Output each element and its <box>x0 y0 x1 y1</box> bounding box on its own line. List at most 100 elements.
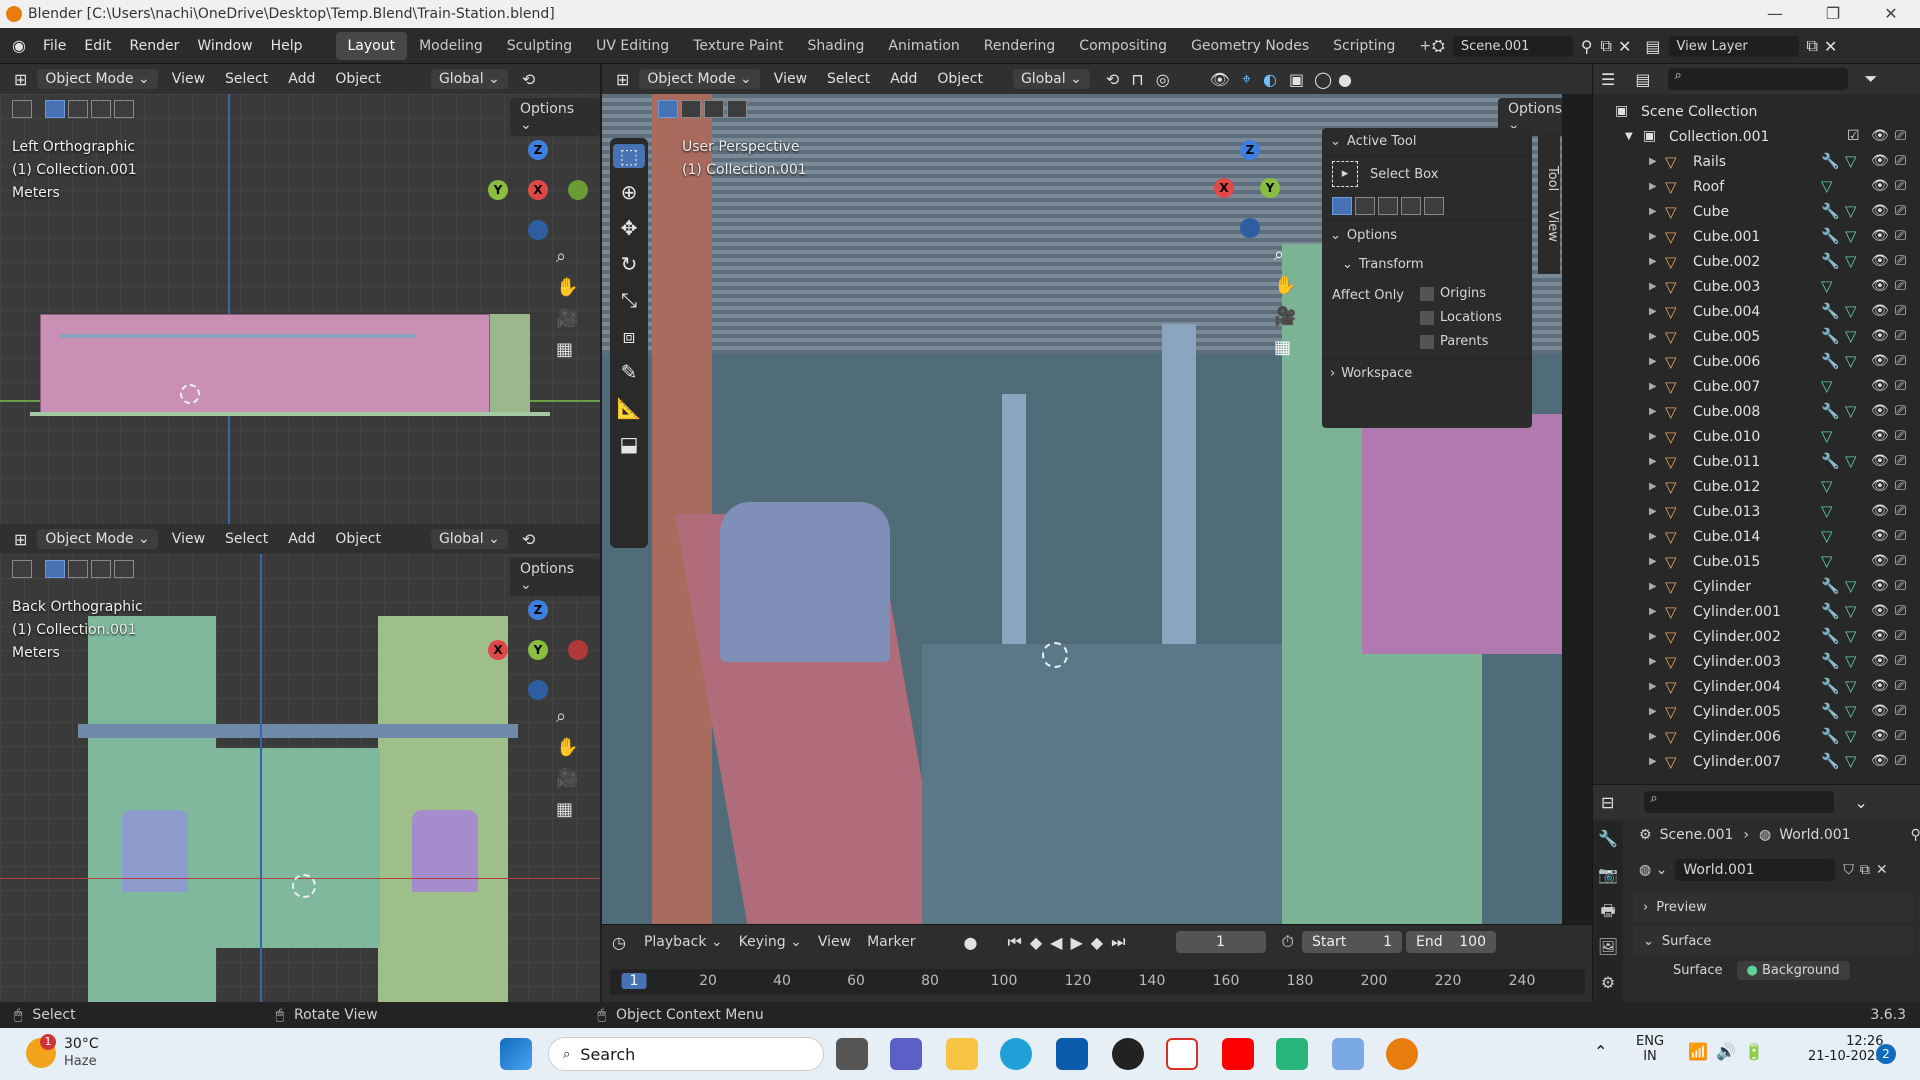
app-icon[interactable] <box>1276 1038 1308 1070</box>
expand-chevron-icon[interactable]: ▶ <box>1649 406 1657 417</box>
camera-icon[interactable]: 🎥 <box>1274 306 1296 327</box>
camera-render-icon[interactable]: ⎚ <box>1895 253 1906 269</box>
menu-select[interactable]: Select <box>215 524 278 554</box>
select-new-icon[interactable] <box>658 100 678 118</box>
outliner-object-row[interactable]: ▶ ▽ Cube.006 🔧 ▽ 👁 ⎚ <box>1593 350 1920 375</box>
outliner-search-input[interactable]: ⌕ <box>1668 68 1849 90</box>
pivot-icon[interactable]: ⟲ <box>522 530 535 549</box>
show-hidden-icons[interactable]: ⌃ <box>1594 1042 1607 1061</box>
expand-chevron-icon[interactable]: ▶ <box>1649 556 1657 567</box>
tab-scripting[interactable]: Scripting <box>1321 32 1407 60</box>
scale-tool-icon[interactable]: ⤡ <box>621 288 637 312</box>
pin-icon[interactable]: ⚲ <box>1911 827 1920 843</box>
pin-icon[interactable]: ⚲ <box>1581 37 1593 56</box>
expand-chevron-icon[interactable]: ▶ <box>1649 531 1657 542</box>
expand-chevron-icon[interactable]: ▶ <box>1649 231 1657 242</box>
gizmo-neg-z[interactable] <box>528 220 548 240</box>
unlink-icon[interactable]: ✕ <box>1876 862 1888 878</box>
tab-texture-paint[interactable]: Texture Paint <box>681 32 795 60</box>
camera-render-icon[interactable]: ⎚ <box>1895 128 1906 144</box>
outliner-object-row[interactable]: ▶ ▽ Cube.012 ▽ 👁 ⎚ <box>1593 475 1920 500</box>
eye-icon[interactable]: 👁 <box>1871 503 1889 519</box>
camera-render-icon[interactable]: ⎚ <box>1895 603 1906 619</box>
expand-chevron-icon[interactable]: › <box>1330 366 1335 381</box>
blender-menu-icon[interactable]: ◉ <box>12 36 26 55</box>
preview-range-icon[interactable]: ⏱ <box>1282 932 1294 952</box>
proportional-edit-icon[interactable]: ◎ <box>1156 70 1170 89</box>
clock[interactable]: 12:26 21-10-2023 <box>1808 1034 1884 1064</box>
menu-add[interactable]: Add <box>278 524 325 554</box>
zoom-icon[interactable]: ⌕ <box>556 246 578 267</box>
gizmo-neg-z[interactable] <box>528 680 548 700</box>
menu-playback[interactable]: Playback ⌄ <box>636 934 731 950</box>
tab-modeling[interactable]: Modeling <box>407 32 495 60</box>
select-box-tool-icon[interactable]: ⬚ <box>613 144 645 168</box>
outliner-object-row[interactable]: ▶ ▽ Cube.008 🔧 ▽ 👁 ⎚ <box>1593 400 1920 425</box>
properties-editor-type-icon[interactable]: ⊟ <box>1601 793 1614 812</box>
camera-render-icon[interactable]: ⎚ <box>1895 503 1906 519</box>
pan-hand-icon[interactable]: ✋ <box>556 277 578 298</box>
outliner-object-row[interactable]: ▶ ▽ Cube.015 ▽ 👁 ⎚ <box>1593 550 1920 575</box>
blender-taskbar-icon[interactable] <box>1386 1038 1418 1070</box>
eye-icon[interactable]: 👁 <box>1871 378 1889 394</box>
tab-uv-editing[interactable]: UV Editing <box>584 32 681 60</box>
mesh-data-icon[interactable]: ▽ <box>1845 652 1857 670</box>
gizmo-z[interactable]: Z <box>528 140 548 160</box>
view-layer-icon[interactable]: ▤ <box>1645 37 1660 56</box>
expand-chevron-icon[interactable]: ▶ <box>1649 656 1657 667</box>
menu-view[interactable]: View <box>764 64 817 94</box>
wireframe-shading-icon[interactable]: ◯ <box>1314 70 1332 89</box>
tab-compositing[interactable]: Compositing <box>1067 32 1179 60</box>
gizmo-y[interactable]: Y <box>488 180 508 200</box>
pivot-icon[interactable]: ⟲ <box>522 70 535 89</box>
edge-browser-icon[interactable] <box>1000 1038 1032 1070</box>
start-button[interactable] <box>500 1038 532 1070</box>
eye-icon[interactable]: 👁 <box>1871 428 1889 444</box>
transform-header[interactable]: Transform <box>1359 257 1424 272</box>
modifier-wrench-icon[interactable]: 🔧 <box>1821 577 1840 595</box>
menu-window[interactable]: Window <box>188 28 261 64</box>
store-icon[interactable] <box>1056 1038 1088 1070</box>
select-subtract-icon[interactable] <box>91 100 111 118</box>
camera-render-icon[interactable]: ⎚ <box>1895 653 1906 669</box>
menu-select[interactable]: Select <box>215 64 278 94</box>
select-extend-icon[interactable] <box>68 560 88 578</box>
display-mode-icon[interactable]: ▤ <box>1635 70 1650 89</box>
gizmo-x[interactable]: X <box>528 180 548 200</box>
origins-checkbox[interactable] <box>1420 286 1434 301</box>
menu-view[interactable]: View <box>162 524 215 554</box>
eye-icon[interactable]: 👁 <box>1871 653 1889 669</box>
outliner-object-row[interactable]: ▶ ▽ Roof ▽ 👁 ⎚ <box>1593 175 1920 200</box>
eye-icon[interactable]: 👁 <box>1871 528 1889 544</box>
collapse-icon[interactable]: ⌄ <box>1854 793 1867 812</box>
menu-help[interactable]: Help <box>262 28 312 64</box>
zoom-icon[interactable]: ⌕ <box>1274 244 1296 265</box>
mesh-data-icon[interactable]: ▽ <box>1845 727 1857 745</box>
mode-new-icon[interactable] <box>1332 197 1352 215</box>
outliner-object-row[interactable]: ▶ ▽ Cube 🔧 ▽ 👁 ⎚ <box>1593 200 1920 225</box>
menu-keying[interactable]: Keying ⌄ <box>731 934 810 950</box>
outliner-object-row[interactable]: ▶ ▽ Cylinder.002 🔧 ▽ 👁 ⎚ <box>1593 625 1920 650</box>
ortho-grid-icon[interactable]: ▦ <box>556 799 578 820</box>
camera-render-icon[interactable]: ⎚ <box>1895 453 1906 469</box>
mesh-data-icon[interactable]: ▽ <box>1845 752 1857 770</box>
mesh-data-icon[interactable]: ▽ <box>1845 627 1857 645</box>
mesh-data-icon[interactable]: ▽ <box>1821 502 1833 520</box>
new-view-layer-icon[interactable]: ⧉ <box>1807 36 1818 56</box>
playhead[interactable]: 1 <box>621 973 647 989</box>
camera-render-icon[interactable]: ⎚ <box>1895 278 1906 294</box>
mesh-data-icon[interactable]: ▽ <box>1821 477 1833 495</box>
outliner-object-row[interactable]: ▶ ▽ Cylinder 🔧 ▽ 👁 ⎚ <box>1593 575 1920 600</box>
surface-shader-dropdown[interactable]: ● Background <box>1736 961 1850 980</box>
mode-invert-icon[interactable] <box>1401 197 1421 215</box>
expand-chevron-icon[interactable]: ▶ <box>1649 506 1657 517</box>
zoom-icon[interactable]: ⌕ <box>556 706 578 727</box>
select-extend-icon[interactable] <box>681 100 701 118</box>
camera-render-icon[interactable]: ⎚ <box>1895 328 1906 344</box>
mesh-data-icon[interactable]: ▽ <box>1845 702 1857 720</box>
tab-view[interactable]: View <box>1545 203 1560 250</box>
eye-icon[interactable]: 👁 <box>1871 403 1889 419</box>
modifier-wrench-icon[interactable]: 🔧 <box>1821 602 1840 620</box>
play-icon[interactable]: ▶ <box>1070 933 1082 952</box>
current-frame-field[interactable]: 1 <box>1175 931 1266 953</box>
